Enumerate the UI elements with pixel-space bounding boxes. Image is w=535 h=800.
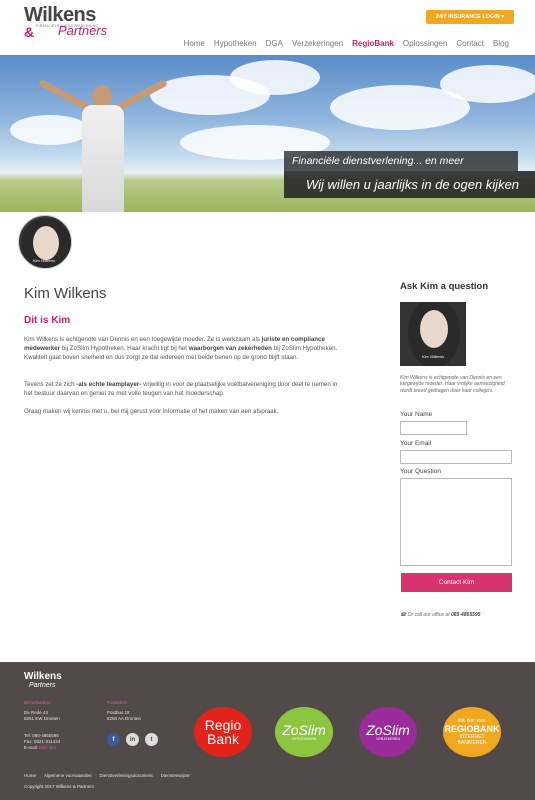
- footer-nav-home[interactable]: Home: [24, 773, 36, 778]
- bio-paragraph-1: Kim Wilkens is echtgenote van Dennis en …: [24, 335, 344, 362]
- footer-logo-partners: Partners: [29, 682, 56, 689]
- footer-visit-heading: Bezoekadres: [24, 700, 51, 705]
- footer-email: E-mail: Mail hier: [24, 745, 60, 751]
- page-title: Kim Wilkens: [24, 285, 107, 302]
- footer-nav-voorwaarden[interactable]: Algemene voorwaarden: [44, 773, 92, 778]
- cloud-shape: [230, 60, 320, 95]
- call-phone[interactable]: 085-4865595: [451, 612, 480, 618]
- phone-icon: ☎: [400, 612, 408, 618]
- contact-kim-button[interactable]: Contact Kim: [401, 573, 512, 592]
- facebook-icon[interactable]: f: [107, 733, 120, 746]
- photo-face: [420, 310, 448, 348]
- bio-text: Tevens zet ze zich: [24, 381, 77, 388]
- logo-partners: Partners: [58, 23, 108, 38]
- main-nav: Home Hypotheken DGA Verzekeringen RegioB…: [184, 39, 509, 48]
- twitter-icon[interactable]: t: [145, 733, 158, 746]
- cloud-shape: [440, 65, 535, 103]
- email-input[interactable]: [400, 450, 512, 464]
- cloud-shape: [10, 115, 90, 145]
- footer-email-label: E-mail:: [24, 745, 40, 750]
- bio-text: Kim Wilkens is echtgenote van Dennis en …: [24, 336, 262, 343]
- footer-postal-heading: Postadres: [107, 700, 128, 705]
- bank-word: Bank: [207, 731, 239, 747]
- bio-bold: waarborgen van zekerheden: [188, 345, 272, 352]
- name-label: Your Name: [400, 411, 433, 418]
- question-label: Your Question: [400, 468, 441, 475]
- copyright: Copyright 2017 Wilkens & Partners: [24, 784, 95, 789]
- nav-verzekeringen[interactable]: Verzekeringen: [292, 39, 343, 48]
- nav-blog[interactable]: Blog: [493, 39, 509, 48]
- ib-line: BANKIEREN: [457, 740, 487, 746]
- nav-oplossingen[interactable]: Oplossingen: [403, 39, 447, 48]
- site-header: Wilkens & Partners FINANCIËLE DIENSTVERL…: [0, 0, 535, 56]
- logo-wordmark: Wilkens: [24, 4, 96, 26]
- bio-paragraph-3: Graag maken wij kennis met u, bel mij ge…: [24, 408, 279, 415]
- zoslim-hypotheken-badge[interactable]: ZoSlim HYPOTHEKEN: [275, 707, 333, 757]
- footer-nav-dienstverlening[interactable]: Dienstverleningsdocument: [100, 773, 153, 778]
- footer-postal-address: Postbus 18 8250 AA Dronten: [107, 710, 141, 722]
- internet-bankieren-badge[interactable]: klik hier voor REGIOBANK INTERNET BANKIE…: [443, 707, 501, 757]
- question-textarea[interactable]: [400, 478, 512, 566]
- avatar-signature: Kim Wilkens: [33, 258, 55, 263]
- linkedin-icon[interactable]: in: [126, 733, 139, 746]
- footer-logo-wordmark: Wilkens: [24, 671, 62, 682]
- bio-text: bij ZoSlim Hypotheken. Haar kracht ligt …: [60, 345, 189, 352]
- zoslim-word: ZoSlim: [366, 722, 410, 738]
- bio-bold: -als echte teamplayer-: [76, 381, 142, 388]
- footer-nav-dienstenwijzer[interactable]: Dienstenwijzer: [161, 773, 190, 778]
- sidebar-title: Ask Kim a question: [400, 281, 489, 292]
- sidebar-photo: Kim Wilkens: [400, 302, 466, 366]
- nav-dga[interactable]: DGA: [266, 39, 283, 48]
- footer-logo[interactable]: Wilkens Partners: [24, 671, 62, 690]
- footer-email-link[interactable]: Mail hier: [39, 745, 56, 750]
- nav-home[interactable]: Home: [184, 39, 205, 48]
- insurance-login-button[interactable]: 24/7 INSURANCE LOGIN ▾: [426, 10, 514, 24]
- email-label: Your Email: [400, 440, 432, 447]
- hero-tagline-2: Wij willen u jaarlijks in de ogen kijken: [284, 171, 535, 198]
- zoslim-sub: HYPOTHEKEN: [291, 737, 317, 741]
- page-subtitle: Dit is Kim: [24, 315, 71, 326]
- nav-hypotheken[interactable]: Hypotheken: [214, 39, 257, 48]
- zoslim-verzekeren-badge[interactable]: ZoSlim VERZEKEREN: [359, 707, 417, 757]
- footer-contact: Tel: 085-4865595 Fax: 0321-311424 E-mail…: [24, 733, 60, 751]
- nav-regiobank[interactable]: RegioBank: [352, 39, 394, 48]
- man-figure: [82, 105, 124, 212]
- name-input[interactable]: [400, 421, 467, 435]
- call-text: Or call our office at: [407, 612, 451, 618]
- regio-word: Regio: [204, 717, 242, 733]
- logo-ampersand-icon: &: [24, 24, 35, 40]
- zoslim-word: ZoSlim: [282, 722, 326, 738]
- profile-avatar: Kim Wilkens: [18, 215, 72, 269]
- photo-signature: Kim Wilkens: [422, 354, 444, 359]
- bio-paragraph-2: Tevens zet ze zich -als echte teamplayer…: [24, 380, 344, 398]
- sidebar-intro: Kim Wilkens is echtgenote van Dennis en …: [400, 375, 505, 394]
- hero-tagline-1: Financiële dienstverlening... en meer: [284, 151, 518, 171]
- nav-contact[interactable]: Contact: [456, 39, 484, 48]
- ib-line: REGIOBANK: [444, 724, 500, 734]
- call-office-text: ☎ Or call our office at 085-4865595: [400, 612, 480, 618]
- footer-nav: Home Algemene voorwaarden Dienstverlenin…: [24, 773, 190, 778]
- zoslim-sub: VERZEKEREN: [376, 737, 400, 741]
- site-logo[interactable]: Wilkens & Partners FINANCIËLE DIENSTVERL…: [24, 4, 107, 40]
- regiobank-badge[interactable]: Regio Bank: [194, 707, 252, 757]
- footer-visit-address: De Rede 44 8251 EW Dronten: [24, 710, 60, 722]
- footer-address-line: 8251 EW Dronten: [24, 716, 60, 721]
- avatar-face: [33, 226, 59, 260]
- footer-postal-line: 8250 AA Dronten: [107, 716, 142, 721]
